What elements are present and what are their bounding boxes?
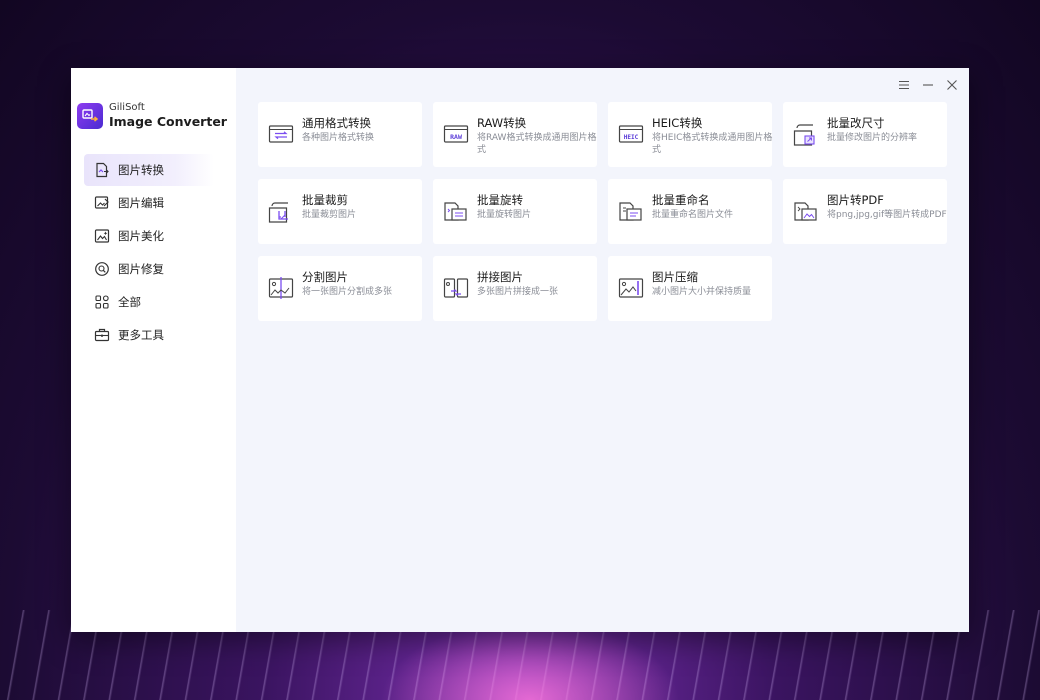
minimize-icon — [923, 84, 933, 86]
brand-product: Image Converter — [109, 114, 227, 129]
card-title: 批量改尺寸 — [827, 116, 885, 130]
card-description: 多张图片拼接成一张 — [477, 287, 559, 297]
card-title: 批量重命名 — [652, 193, 710, 207]
card-merge-image[interactable]: 拼接图片多张图片拼接成一张 — [433, 256, 597, 321]
card-raw-convert[interactable]: RAW RAW转换将RAW格式转换成通用图片格式 — [433, 102, 597, 167]
image-beautify-icon — [94, 228, 110, 244]
card-heic-convert[interactable]: HEIC HEIC转换将HEIC格式转换成通用图片格式 — [608, 102, 772, 167]
sidebar-item-label: 更多工具 — [118, 328, 164, 342]
card-description: 将png,jpg,gif等图片转成PDF — [827, 210, 947, 220]
heic-icon: HEIC — [618, 125, 644, 143]
card-batch-crop[interactable]: 批量裁剪批量裁剪图片 — [258, 179, 422, 244]
merge-icon — [443, 278, 469, 298]
sidebar-item-label: 图片修复 — [118, 262, 164, 276]
format-convert-icon — [268, 125, 294, 143]
image-edit-icon — [94, 195, 110, 211]
card-description: 减小图片大小并保持质量 — [652, 287, 752, 297]
sidebar: GiliSoft Image Converter 图片转换 图片编辑 图片美化 … — [71, 68, 236, 632]
image-repair-icon — [94, 261, 110, 277]
card-title: HEIC转换 — [652, 116, 703, 130]
card-description: 将RAW格式转换成通用图片格式 — [477, 133, 597, 155]
menu-button[interactable] — [897, 78, 911, 92]
all-grid-icon — [94, 294, 110, 310]
sidebar-item-label: 图片美化 — [118, 229, 164, 243]
rotate-icon — [444, 202, 467, 221]
card-batch-rotate[interactable]: 批量旋转批量旋转图片 — [433, 179, 597, 244]
app-window: GiliSoft Image Converter 图片转换 图片编辑 图片美化 … — [71, 68, 969, 632]
brand-company: GiliSoft — [109, 102, 145, 113]
card-split-image[interactable]: 分割图片将一张图片分割成多张 — [258, 256, 422, 321]
compress-icon — [618, 278, 644, 298]
window-controls — [897, 78, 959, 92]
card-title: 批量裁剪 — [302, 193, 348, 207]
sidebar-item-image-convert[interactable]: 图片转换 — [84, 154, 214, 186]
card-compress-image[interactable]: 图片压缩减小图片大小并保持质量 — [608, 256, 772, 321]
main-panel: 通用格式转换 各种图片格式转换 RAW RAW转换 将RAW格式转换成通用图片格式 … — [236, 68, 969, 632]
crop-icon — [268, 202, 288, 223]
background-glow — [380, 620, 680, 700]
menu-icon — [899, 80, 909, 90]
rename-icon — [619, 202, 642, 221]
card-description: 批量修改图片的分辨率 — [827, 133, 918, 143]
sidebar-item-image-beautify[interactable]: 图片美化 — [84, 220, 214, 252]
card-title: 通用格式转换 — [302, 116, 371, 130]
sidebar-item-more-tools[interactable]: 更多工具 — [84, 319, 214, 351]
svg-text:HEIC: HEIC — [624, 134, 639, 141]
sidebar-nav: 图片转换 图片编辑 图片美化 图片修复 全部 更多工具 — [71, 154, 236, 351]
card-description: 将HEIC格式转换成通用图片格式 — [652, 133, 773, 155]
sidebar-item-label: 图片转换 — [118, 163, 164, 177]
split-icon — [268, 277, 294, 299]
sidebar-item-label: 全部 — [118, 295, 141, 309]
minimize-button[interactable] — [921, 78, 935, 92]
close-icon — [947, 80, 957, 90]
card-batch-resize[interactable]: 批量改尺寸批量修改图片的分辨率 — [783, 102, 947, 167]
card-title: 拼接图片 — [477, 270, 523, 284]
card-title: 分割图片 — [302, 270, 348, 284]
svg-text:RAW: RAW — [450, 133, 462, 141]
card-title: 批量旋转 — [477, 193, 523, 207]
toolbox-icon — [94, 327, 110, 343]
resize-icon — [793, 124, 815, 146]
brand: GiliSoft Image Converter — [71, 68, 236, 130]
sidebar-item-image-repair[interactable]: 图片修复 — [84, 253, 214, 285]
card-title: 图片压缩 — [652, 270, 698, 284]
image-convert-icon — [94, 162, 110, 178]
card-description: 批量旋转图片 — [477, 210, 532, 220]
card-description: 将一张图片分割成多张 — [302, 287, 393, 297]
card-batch-rename[interactable]: 批量重命名批量重命名图片文件 — [608, 179, 772, 244]
sidebar-item-image-edit[interactable]: 图片编辑 — [84, 187, 214, 219]
sidebar-item-all[interactable]: 全部 — [84, 286, 214, 318]
raw-icon: RAW — [443, 125, 469, 143]
sidebar-item-label: 图片编辑 — [118, 196, 164, 210]
card-description: 批量裁剪图片 — [302, 210, 357, 220]
card-description: 各种图片格式转换 — [302, 133, 375, 143]
card-title: RAW转换 — [477, 116, 527, 130]
card-description: 批量重命名图片文件 — [652, 210, 734, 220]
image-to-pdf-icon — [794, 202, 817, 221]
card-image-to-pdf[interactable]: 图片转PDF 将png,jpg,gif等图片转成PDF — [783, 179, 947, 244]
app-logo-icon — [77, 103, 103, 129]
close-button[interactable] — [945, 78, 959, 92]
card-title: 图片转PDF — [827, 193, 884, 207]
tool-grid: 通用格式转换 各种图片格式转换 RAW RAW转换 将RAW格式转换成通用图片格式 … — [258, 102, 947, 321]
card-format-convert[interactable]: 通用格式转换各种图片格式转换 — [258, 102, 422, 167]
